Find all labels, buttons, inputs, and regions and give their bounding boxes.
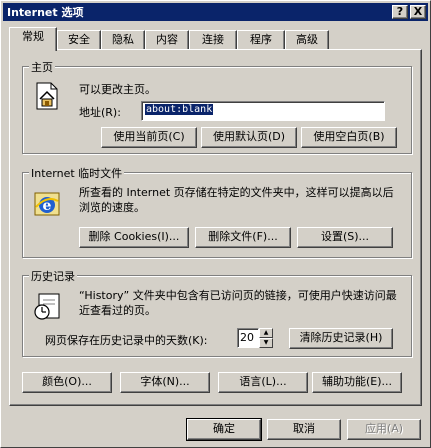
tab-content[interactable]: 内容 [145, 30, 189, 50]
history-clock-icon [34, 293, 60, 320]
internet-options-dialog: Internet 选项 ? X 常规 安全 隐私 内容 连接 程序 高级 主页 … [0, 0, 431, 448]
history-days-label: 网页保存在历史记录中的天数(K): [45, 334, 208, 347]
stepper-down-icon[interactable]: ▼ [259, 338, 273, 348]
home-page-icon [36, 82, 58, 110]
history-legend: 历史记录 [29, 268, 77, 284]
accessibility-button[interactable]: 辅助功能(E)... [312, 372, 402, 393]
tab-security[interactable]: 安全 [57, 30, 101, 50]
internet-explorer-icon: e [34, 192, 60, 216]
tab-advanced[interactable]: 高级 [285, 30, 329, 50]
use-blank-page-button[interactable]: 使用空白页(B) [301, 127, 397, 148]
history-days-input[interactable]: 20 [237, 328, 259, 348]
homepage-legend: 主页 [29, 59, 55, 75]
close-button[interactable]: X [410, 5, 426, 19]
address-field-value: about:blank [145, 104, 214, 115]
colors-button[interactable]: 颜色(O)... [22, 372, 112, 393]
history-days-stepper[interactable]: ▲ ▼ [259, 328, 273, 348]
tab-general[interactable]: 常规 [9, 27, 57, 51]
history-description: “History” 文件夹中包含有已访问页的链接，可使用户快速访问最近查看过的页… [79, 289, 397, 317]
stepper-up-icon[interactable]: ▲ [259, 328, 273, 338]
use-default-page-button[interactable]: 使用默认页(D) [201, 127, 297, 148]
help-button[interactable]: ? [392, 5, 408, 19]
homepage-group: 主页 可以更改主页。 地址(R): about:blank 使用当前页(C) 使… [22, 59, 412, 154]
delete-files-button[interactable]: 删除文件(F)... [195, 227, 291, 248]
title-bar[interactable]: Internet 选项 ? X [3, 3, 428, 21]
homepage-address-field[interactable]: about:blank [141, 101, 385, 121]
settings-button[interactable]: 设置(S)... [297, 227, 393, 248]
languages-button[interactable]: 语言(L)... [218, 372, 308, 393]
address-label: 地址(R): [79, 106, 121, 119]
temp-files-description: 所查看的 Internet 页存储在特定的文件夹中，这样可以提高以后浏览的速度。 [79, 186, 394, 214]
apply-button[interactable]: 应用(A) [347, 419, 421, 440]
tab-programs[interactable]: 程序 [237, 30, 285, 50]
use-current-page-button[interactable]: 使用当前页(C) [101, 127, 197, 148]
fonts-button[interactable]: 字体(N)... [120, 372, 210, 393]
clear-history-button[interactable]: 清除历史记录(H) [289, 328, 393, 349]
homepage-description: 可以更改主页。 [79, 83, 156, 96]
temp-files-group: Internet 临时文件 e 所查看的 Internet 页存储在特定的文件夹… [22, 165, 412, 258]
general-panel: 主页 可以更改主页。 地址(R): about:blank 使用当前页(C) 使… [9, 49, 422, 406]
cancel-button[interactable]: 取消 [267, 419, 341, 440]
delete-cookies-button[interactable]: 删除 Cookies(I)... [79, 227, 189, 248]
ok-button[interactable]: 确定 [186, 418, 262, 441]
history-group: 历史记录 “History” 文件夹中包含有已访问页的链接，可使用户快速访问最近… [22, 268, 412, 357]
window-title: Internet 选项 [7, 6, 84, 19]
tab-connections[interactable]: 连接 [189, 30, 237, 50]
tab-privacy[interactable]: 隐私 [101, 30, 145, 50]
temp-files-legend: Internet 临时文件 [29, 165, 125, 181]
